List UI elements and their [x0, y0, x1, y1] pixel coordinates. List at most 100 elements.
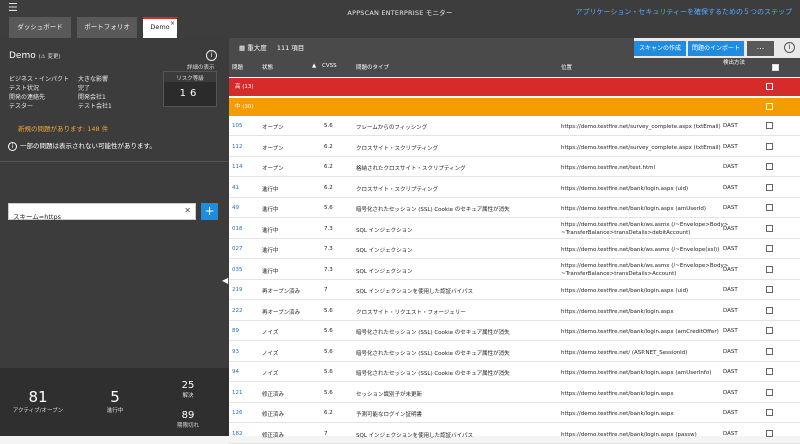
sort-up-icon[interactable]: ▲ — [312, 63, 316, 69]
stat-number: 81 — [28, 388, 48, 406]
col-location[interactable]: 位置 — [561, 63, 572, 71]
table-row[interactable]: 035 進行中 7.3 SQL インジェクション DAST https://demo.te… — [229, 260, 800, 280]
row-checkbox[interactable] — [766, 245, 773, 252]
table-row[interactable]: 182 修正済み 7 SQL インジェクションを使用した認証バイパス DAST https… — [229, 424, 800, 444]
table-row[interactable]: 89 ノイズ 5.6 暗号化されたセッション (SSL) Cookie のセキュア属性… — [229, 321, 800, 341]
table-row[interactable]: 114 オープン 6.2 格納されたクロスサイト・スクリプティング DAST https:… — [229, 157, 800, 177]
details-link[interactable]: 詳細の表示 — [187, 63, 215, 71]
issue-id[interactable]: 121 — [232, 390, 243, 396]
stat-resolved[interactable]: 25 解決 — [168, 380, 208, 399]
table-row[interactable]: 219 再オープン済み 7 SQL インジェクションを使用した認証バイパス DAST ht… — [229, 280, 800, 300]
issue-cvss: 5.6 — [324, 205, 333, 211]
row-checkbox[interactable] — [766, 388, 773, 396]
clear-icon[interactable]: ✕ — [184, 206, 191, 215]
issue-type: クロスサイト・リクエスト・フォージェリー — [356, 309, 466, 316]
group-checkbox[interactable] — [766, 83, 773, 90]
issue-id[interactable]: 222 — [232, 308, 243, 314]
col-id[interactable]: 問題 — [232, 63, 243, 71]
col-cvss[interactable]: CVSS — [322, 63, 337, 69]
issue-method: DAST — [723, 123, 738, 129]
table-row[interactable]: 49 進行中 5.6 暗号化されたセッション (SSL) Cookie のセキュア属性… — [229, 198, 800, 218]
table-row[interactable]: 41 進行中 6.2 クロスサイト・スクリプティング DAST https://demo.… — [229, 178, 800, 198]
row-checkbox[interactable] — [766, 122, 773, 129]
table-row[interactable]: 027 進行中 7.3 SQL インジェクション DAST https://demo.te… — [229, 239, 800, 259]
issue-cvss: 7.3 — [324, 246, 333, 252]
issue-location-line: https://demo.testfire.net/bank/ws.asmx (… — [561, 262, 729, 269]
field-key: ビジネス・インパクト — [9, 76, 70, 83]
tab-demo[interactable]: Demo × — [143, 17, 177, 38]
table-row[interactable]: 018 進行中 7.3 SQL インジェクション DAST https://demo.te… — [229, 219, 800, 239]
issue-id[interactable]: 219 — [232, 287, 243, 293]
issue-location: https://demo.testfire.net/bank/login.asp… — [561, 390, 674, 398]
info-icon[interactable]: i — [206, 50, 217, 61]
row-checkbox[interactable] — [766, 224, 773, 232]
visibility-note: i 一部の問題は表示されない可能性があります。 — [8, 140, 156, 151]
issue-id[interactable]: 105 — [232, 123, 243, 129]
table-row[interactable]: 126 修正済み 6.2 予測可能なログイン証明書 DAST https://demo.t… — [229, 403, 800, 423]
table-row[interactable]: 112 オープン 6.2 クロスサイト・スクリプティング DAST https://dem… — [229, 137, 800, 157]
stat-active-open[interactable]: 81 アクティブ/オープン — [8, 388, 68, 414]
issue-id[interactable]: 89 — [232, 328, 239, 334]
issue-status: オープン — [262, 125, 284, 131]
tab-portfolio[interactable]: ポートフォリオ — [77, 17, 137, 38]
row-checkbox[interactable] — [766, 265, 773, 273]
row-checkbox[interactable] — [766, 347, 773, 355]
issue-location: https://demo.testfire.net/bank/ws.asmx (… — [561, 221, 728, 237]
row-checkbox[interactable] — [766, 163, 773, 170]
issue-id[interactable]: 126 — [232, 410, 243, 416]
table-row[interactable]: 121 修正済み 5.6 セッション識別子が未更新 DAST https://demo.t… — [229, 383, 800, 403]
severity-group[interactable]: 高 (13) — [229, 78, 800, 96]
issue-id[interactable]: 035 — [232, 267, 243, 273]
row-checkbox[interactable] — [766, 327, 773, 334]
issue-id[interactable]: 94 — [232, 369, 239, 375]
row-checkbox[interactable] — [766, 204, 773, 211]
select-all-checkbox[interactable] — [772, 64, 779, 71]
grouping-bar: ▦ 重大度 111 項目 — [229, 38, 634, 58]
add-filter-button[interactable]: + — [201, 203, 218, 220]
col-status[interactable]: 状態 — [262, 63, 273, 71]
table-row[interactable]: 93 ノイズ 5.6 暗号化されたセッション (SSL) Cookie のセキュア属性… — [229, 342, 800, 362]
issue-id[interactable]: 93 — [232, 349, 239, 355]
group-by-label[interactable]: 重大度 — [247, 44, 267, 52]
new-issues-warning[interactable]: 新規の問題があります: 148 件 — [18, 123, 108, 133]
stat-overdue[interactable]: 89 期限切れ — [168, 410, 208, 429]
issue-location: https://demo.testfire.net/bank/login.asp… — [561, 431, 697, 439]
issue-id[interactable]: 49 — [232, 205, 239, 211]
table-row[interactable]: 222 再オープン済み 5.6 クロスサイト・リクエスト・フォージェリー DAST htt… — [229, 301, 800, 321]
close-icon[interactable]: × — [170, 20, 175, 28]
issue-id[interactable]: 018 — [232, 226, 243, 232]
issue-status: 再オープン済み — [262, 289, 301, 295]
table-row[interactable]: 94 ノイズ 5.6 暗号化されたセッション (SSL) Cookie のセキュア属性… — [229, 362, 800, 382]
row-checkbox[interactable] — [766, 368, 773, 375]
help-link[interactable]: アプリケーション・セキュリティーを確保するための５つのステップ — [576, 7, 792, 17]
create-scan-button[interactable]: スキャンの作成 — [634, 41, 686, 56]
issue-location: https://demo.testfire.net/bank/login.asp… — [561, 369, 711, 377]
col-type[interactable]: 問題のタイプ — [356, 63, 389, 71]
issue-id[interactable]: 114 — [232, 164, 243, 170]
more-button[interactable]: ... — [747, 41, 774, 56]
col-method[interactable]: 検出方法 — [723, 59, 749, 67]
severity-group[interactable]: 中 (30) — [229, 98, 800, 116]
group-checkbox[interactable] — [766, 103, 773, 110]
stat-in-progress[interactable]: 5 進行中 — [85, 388, 145, 414]
row-checkbox[interactable] — [766, 142, 773, 150]
import-issues-button[interactable]: 問題のインポート — [688, 41, 744, 56]
table-row[interactable]: 105 オープン 5.6 フレームからのフィッシング DAST https://demo.… — [229, 116, 800, 136]
stat-label: 解決 — [182, 393, 194, 399]
item-count: 111 項目 — [276, 44, 305, 52]
issue-status: 進行中 — [262, 207, 279, 213]
row-checkbox[interactable] — [766, 429, 773, 437]
issue-id[interactable]: 027 — [232, 246, 243, 252]
filter-input[interactable] — [9, 208, 179, 224]
info-icon[interactable]: i — [784, 42, 795, 53]
row-checkbox[interactable] — [766, 286, 773, 293]
row-checkbox[interactable] — [766, 306, 773, 314]
row-checkbox[interactable] — [766, 409, 773, 416]
tab-dashboard[interactable]: ダッシュボード — [9, 17, 71, 38]
row-checkbox[interactable] — [766, 183, 773, 191]
issue-cvss: 5.6 — [324, 389, 333, 396]
collapse-panel-icon[interactable]: ◀ — [222, 276, 228, 285]
issue-id[interactable]: 112 — [232, 144, 243, 150]
stat-label: 期限切れ — [176, 423, 199, 429]
issue-id[interactable]: 41 — [232, 185, 239, 191]
